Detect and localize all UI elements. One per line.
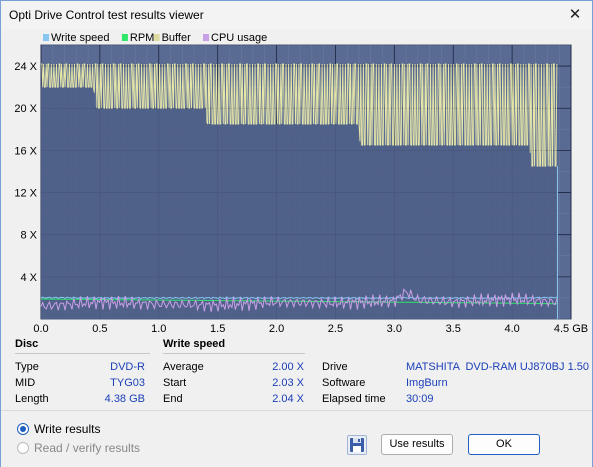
- end-label: End: [163, 393, 183, 405]
- y-tick-label: 20 X: [14, 103, 37, 115]
- legend-label: Write speed: [51, 32, 110, 44]
- y-tick-label: 12 X: [14, 188, 37, 200]
- disc-type-value: DVD-R: [110, 361, 145, 373]
- elapsed-time-label: Elapsed time: [322, 393, 386, 405]
- x-tick-label: 4.5 GB: [554, 323, 588, 335]
- write-results-radio[interactable]: [17, 423, 29, 435]
- legend-label: CPU usage: [211, 32, 267, 44]
- disc-mid-value: TYG03: [110, 377, 145, 389]
- read-verify-radio[interactable]: [17, 442, 29, 454]
- chart-area: 0.0 0.5 1.0 1.5 2.0 2.5 3.0 3.5 4.0 4.5 GB 4 X 8 X 1…: [1, 29, 592, 335]
- window-title: Opti Drive Control test results viewer: [9, 8, 204, 22]
- y-tick-label: 24 X: [14, 61, 37, 73]
- x-tick-label: 4.0: [504, 323, 519, 335]
- x-tick-label: 1.0: [151, 323, 166, 335]
- x-tick-label: 3.5: [446, 323, 461, 335]
- software-value: ImgBurn: [406, 377, 448, 389]
- disc-divider: [15, 353, 150, 354]
- write-results-label[interactable]: Write results: [34, 422, 100, 436]
- x-tick-label: 3.0: [387, 323, 402, 335]
- x-tick-label: 2.5: [328, 323, 343, 335]
- average-label: Average: [163, 361, 204, 373]
- x-tick-label: 2.0: [269, 323, 284, 335]
- x-tick-label: 0.5: [92, 323, 107, 335]
- results-viewer-window: Opti Drive Control test results viewer ✕…: [0, 0, 593, 467]
- legend-label: Buffer: [162, 32, 191, 44]
- elapsed-time-value: 30:09: [406, 393, 434, 405]
- y-tick-label: 4 X: [20, 272, 37, 284]
- disc-type-label: Type: [15, 361, 39, 373]
- write-speed-header: Write speed: [163, 338, 226, 350]
- floppy-disk-icon: [350, 438, 364, 452]
- disc-mid-label: MID: [15, 377, 36, 389]
- start-value: 2.03 X: [272, 377, 304, 389]
- x-tick-label: 1.5: [210, 323, 225, 335]
- read-verify-label[interactable]: Read / verify results: [34, 441, 140, 455]
- x-tick-label: 0.0: [33, 323, 48, 335]
- disc-length-label: Length: [15, 393, 49, 405]
- y-tick-label: 8 X: [20, 230, 37, 242]
- legend-label: RPM: [130, 32, 154, 44]
- close-icon[interactable]: ✕: [564, 4, 586, 26]
- legend-swatch: [203, 34, 209, 41]
- legend-swatch: [43, 34, 49, 41]
- write-speed-divider: [163, 353, 305, 354]
- drive-value: MATSHITA DVD-RAM UJ870BJ 1.50: [406, 361, 589, 373]
- legend-swatch: [121, 34, 128, 41]
- write-speed-chart: 0.0 0.5 1.0 1.5 2.0 2.5 3.0 3.5 4.0 4.5 GB 4 X 8 X 1…: [14, 32, 588, 335]
- ok-button[interactable]: OK: [468, 434, 540, 455]
- disc-header: Disc: [15, 338, 39, 350]
- average-value: 2.00 X: [272, 361, 304, 373]
- title-bar[interactable]: Opti Drive Control test results viewer ✕: [1, 1, 592, 29]
- use-results-button[interactable]: Use results: [381, 434, 453, 455]
- legend-swatch: [153, 34, 160, 41]
- y-tick-label: 16 X: [14, 145, 37, 157]
- disc-length-value: 4.38 GB: [104, 393, 145, 405]
- save-button[interactable]: [347, 435, 367, 455]
- software-label: Software: [322, 377, 366, 389]
- start-label: Start: [163, 377, 187, 389]
- end-value: 2.04 X: [272, 393, 304, 405]
- drive-label: Drive: [322, 361, 348, 373]
